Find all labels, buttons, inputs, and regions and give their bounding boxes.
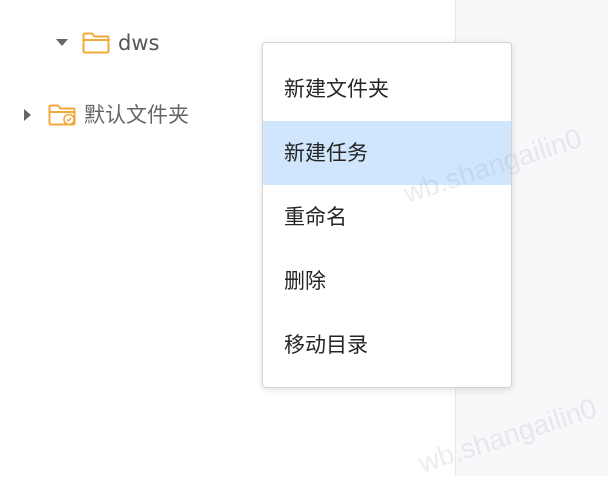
context-menu: 新建文件夹 新建任务 重命名 删除 移动目录 xyxy=(262,42,512,388)
caret-right-icon[interactable] xyxy=(20,107,36,123)
tree-node-dws[interactable]: dws xyxy=(54,27,159,59)
tree-node-default-folder[interactable]: 默认文件夹 xyxy=(20,99,189,131)
tree-node-label: dws xyxy=(118,31,160,55)
caret-down-icon[interactable] xyxy=(54,35,70,51)
tree-node-label: 默认文件夹 xyxy=(84,103,189,127)
folder-open-icon xyxy=(82,32,110,54)
menu-item-new-folder[interactable]: 新建文件夹 xyxy=(263,57,511,121)
menu-item-rename[interactable]: 重命名 xyxy=(263,185,511,249)
menu-item-new-task[interactable]: 新建任务 xyxy=(263,121,511,185)
menu-item-move-directory[interactable]: 移动目录 xyxy=(263,313,511,377)
menu-item-delete[interactable]: 删除 xyxy=(263,249,511,313)
folder-default-icon xyxy=(48,104,76,126)
